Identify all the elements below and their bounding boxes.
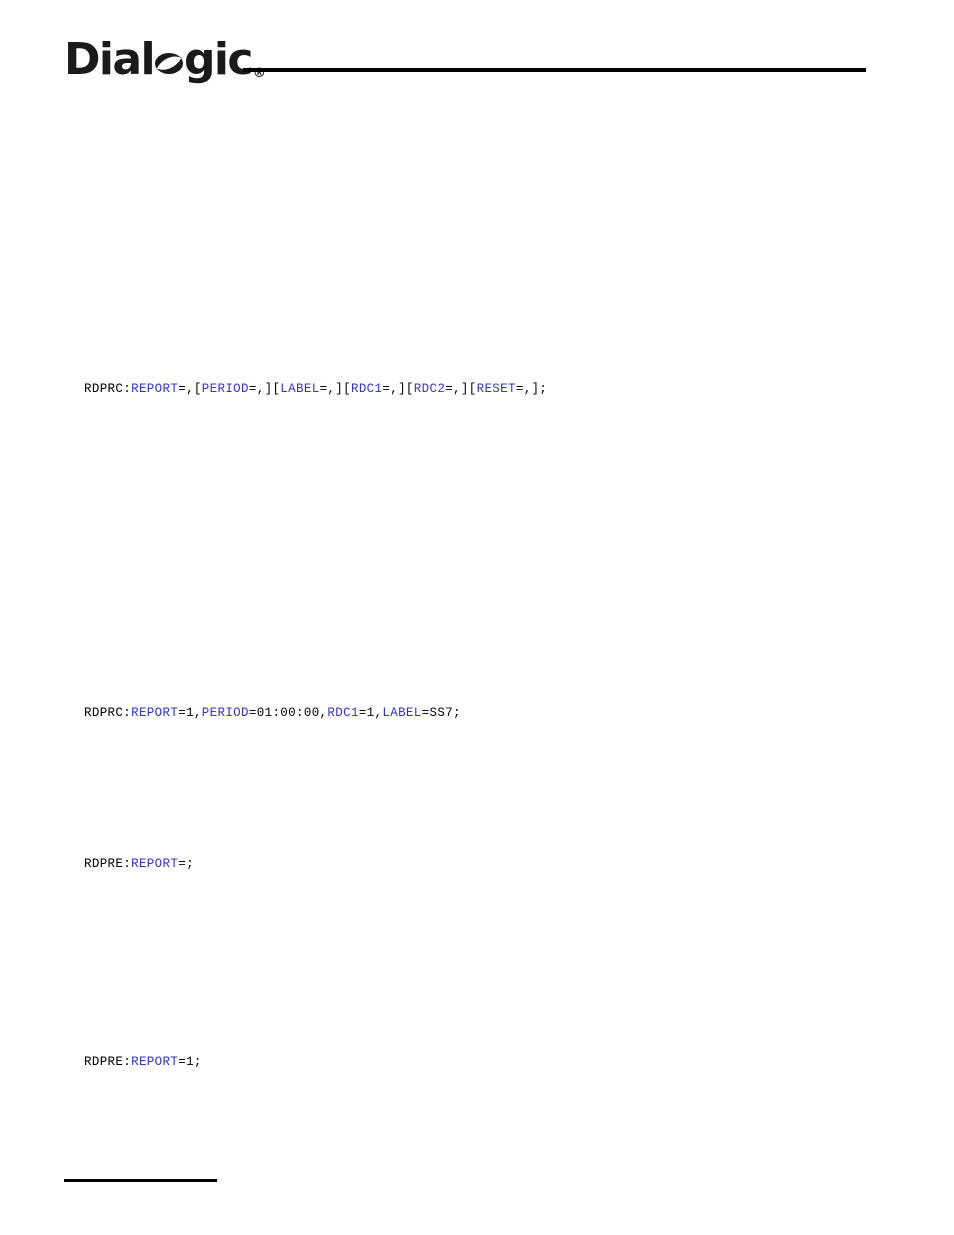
document-page: Dial gic ® RDPRC:REPORT=,[PERIOD=,][LABE… xyxy=(0,0,954,1235)
code-keyword: RDC1 xyxy=(327,706,359,720)
code-text: RDPRC: xyxy=(84,382,132,396)
code-text: =1; xyxy=(178,1055,202,1069)
code-text: RDPRC: xyxy=(84,706,132,720)
code-text: =,][ xyxy=(445,382,477,396)
code-keyword: REPORT xyxy=(131,1055,179,1069)
code-keyword: REPORT xyxy=(131,706,179,720)
page-header: Dial gic ® xyxy=(0,0,954,100)
footer-divider-rule xyxy=(64,1179,217,1182)
code-text: =01:00:00, xyxy=(248,706,328,720)
code-text: =,][ xyxy=(382,382,414,396)
code-line-rdprc-syntax: RDPRC:REPORT=,[PERIOD=,][LABEL=,][RDC1=,… xyxy=(84,381,547,397)
code-keyword: LABEL xyxy=(280,382,320,396)
code-keyword: PERIOD xyxy=(201,706,249,720)
code-keyword: REPORT xyxy=(131,857,179,871)
code-text: =,[ xyxy=(178,382,202,396)
code-text: RDPRE: xyxy=(84,857,132,871)
code-text: =,][ xyxy=(319,382,351,396)
logo-text-before-o: Dial xyxy=(64,34,156,85)
code-text: =,][ xyxy=(248,382,281,396)
code-line-rdpre-syntax: RDPRE:REPORT=; xyxy=(84,856,194,872)
code-keyword: RDC1 xyxy=(350,382,383,396)
logo-text-after-o: gic xyxy=(183,34,253,85)
code-keyword: PERIOD xyxy=(201,382,249,396)
header-divider-rule xyxy=(243,68,866,72)
logo-o-swoosh-icon xyxy=(154,45,184,75)
code-text: =SS7; xyxy=(421,706,461,720)
code-text: =1, xyxy=(358,706,383,720)
code-keyword: RESET xyxy=(476,382,516,396)
code-keyword: REPORT xyxy=(131,382,179,396)
code-text: RDPRE: xyxy=(84,1055,132,1069)
code-text: =1, xyxy=(178,706,202,720)
code-text: =; xyxy=(178,857,194,871)
code-keyword: LABEL xyxy=(382,706,422,720)
dialogic-logo: Dial gic ® xyxy=(64,36,266,82)
code-line-rdpre-example: RDPRE:REPORT=1; xyxy=(84,1054,202,1070)
code-line-rdprc-example: RDPRC:REPORT=1,PERIOD=01:00:00,RDC1=1,LA… xyxy=(84,705,461,721)
logo-wordmark: Dial gic xyxy=(64,34,253,85)
code-text: =,]; xyxy=(515,382,548,396)
code-keyword: RDC2 xyxy=(413,382,446,396)
